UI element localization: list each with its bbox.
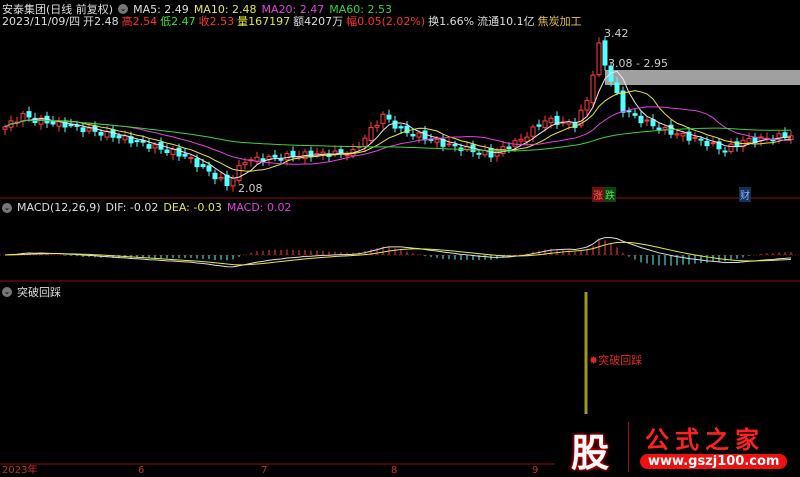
candle[interactable] [164, 144, 170, 156]
low-label: 2.08 [238, 182, 263, 195]
candle[interactable] [554, 111, 560, 129]
candle[interactable] [386, 109, 392, 123]
candle[interactable] [224, 170, 230, 191]
candle[interactable] [650, 114, 656, 130]
candle[interactable] [236, 160, 242, 184]
watermark-url: www.gszj100.com [640, 454, 788, 469]
range-label: 3.08 - 2.95 [608, 57, 668, 70]
watermark-logo: 股 [570, 431, 609, 475]
candle[interactable] [596, 37, 602, 78]
candle[interactable] [722, 146, 728, 157]
star-icon: ✸ [589, 354, 599, 367]
candle[interactable] [374, 120, 380, 132]
candle[interactable] [716, 138, 722, 155]
candle[interactable] [686, 127, 692, 145]
chevron-down-icon[interactable]: ⌄ [2, 202, 12, 213]
candle[interactable] [536, 119, 542, 131]
candle[interactable] [260, 153, 266, 166]
macd-name: MACD(12,26,9) [17, 201, 101, 214]
watermark-name: 公式之家 [645, 426, 765, 454]
candle[interactable] [254, 151, 260, 165]
kline-chart[interactable]: 3.42 3.08 - 2.95 2.08 2023年 6 7 8 9 [0, 0, 800, 475]
candle[interactable] [656, 122, 662, 134]
finance-marker[interactable]: 财 [739, 187, 751, 202]
candle[interactable] [26, 106, 32, 122]
time-label: 8 [391, 465, 397, 475]
indicator-name: 突破回踩 [17, 286, 61, 299]
candle[interactable] [632, 108, 638, 119]
candle[interactable] [410, 129, 416, 140]
signal-text: 突破回踩 [598, 354, 643, 367]
time-label: 9 [532, 465, 538, 475]
time-label: 6 [138, 465, 144, 475]
candle[interactable] [380, 111, 386, 129]
macd-value: MACD: 0.02 [226, 201, 292, 214]
dif-line [4, 237, 792, 268]
candle[interactable] [476, 149, 482, 159]
candle[interactable] [296, 150, 302, 161]
candle[interactable] [182, 148, 188, 159]
dea-value: DEA: -0.03 [163, 201, 222, 214]
candle[interactable] [620, 86, 626, 118]
candle[interactable] [14, 116, 20, 127]
candle[interactable] [38, 114, 44, 130]
candle[interactable] [626, 107, 632, 118]
candle[interactable] [404, 121, 410, 137]
candle[interactable] [692, 131, 698, 142]
dea-line [4, 241, 792, 266]
limit-down-marker[interactable]: 跌 [604, 187, 616, 202]
candle[interactable] [734, 137, 740, 152]
macd-header: ⌄ MACD(12,26,9) DIF: -0.02 DEA: -0.03 MA… [2, 201, 292, 214]
candle[interactable] [392, 115, 398, 133]
candle[interactable] [62, 117, 68, 133]
candle[interactable] [752, 132, 758, 148]
candle[interactable] [344, 150, 350, 161]
candle[interactable] [668, 119, 674, 139]
watermark: 股 公式之家 www.gszj100.com [560, 420, 800, 475]
candle[interactable] [602, 36, 608, 71]
indicator-header: ⌄ 突破回踩 [2, 284, 61, 300]
candle[interactable] [212, 169, 218, 185]
candle[interactable] [560, 116, 566, 127]
candle[interactable] [518, 133, 524, 145]
candle[interactable] [584, 96, 590, 116]
high-label: 3.42 [604, 27, 629, 40]
time-label: 2023年 [2, 463, 37, 475]
price-range-box [605, 70, 800, 85]
candle[interactable] [500, 141, 506, 157]
candle[interactable] [488, 143, 494, 162]
candle[interactable] [272, 150, 278, 162]
candle[interactable] [338, 145, 344, 159]
candle[interactable] [524, 131, 530, 146]
candle[interactable] [20, 110, 26, 127]
signal-label: ✸突破回踩 [589, 352, 642, 368]
candle[interactable] [572, 118, 578, 133]
candle[interactable] [638, 111, 644, 128]
candle[interactable] [740, 136, 746, 153]
candle[interactable] [56, 117, 62, 132]
limit-up-marker[interactable]: 涨 [592, 187, 604, 202]
chevron-down-icon[interactable]: ⌄ [2, 287, 12, 297]
candle[interactable] [308, 146, 314, 162]
candle[interactable] [248, 156, 254, 167]
candle[interactable] [764, 132, 770, 142]
candle[interactable] [782, 127, 788, 141]
candle[interactable] [644, 117, 650, 127]
time-label: 7 [261, 465, 267, 475]
dif-value: DIF: -0.02 [105, 201, 159, 214]
candle[interactable] [368, 121, 374, 144]
